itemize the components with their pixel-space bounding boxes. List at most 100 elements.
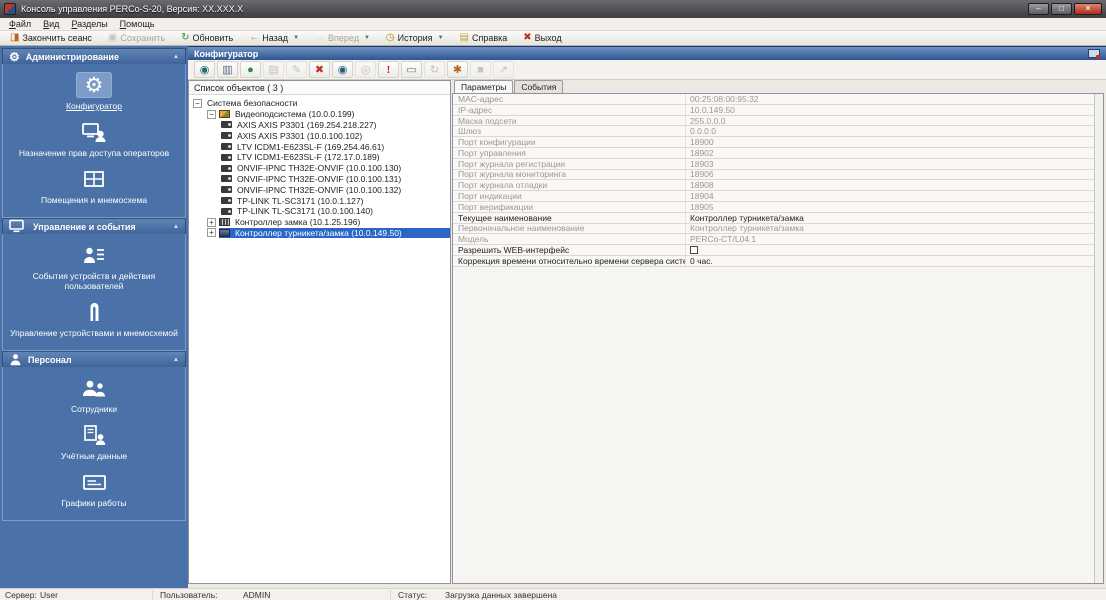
collapse-expander-icon[interactable]: − xyxy=(193,98,202,108)
navigation-sidebar: ⚙ Администрирование ▲ ⚙ Конфигуратор Назначен… xyxy=(0,46,188,588)
panel-display-button[interactable]: ▭ xyxy=(401,61,422,78)
panel-tools-button[interactable]: ✱ xyxy=(447,61,468,78)
menu-item-file[interactable]: Файл xyxy=(3,19,37,29)
param-label: Шлюз xyxy=(453,126,686,137)
panel-transfer-config-button[interactable]: ◉ xyxy=(194,61,215,78)
status-user-label: Пользователь: xyxy=(160,590,218,600)
section-body-administration: ⚙ Конфигуратор Назначение прав доступа опе… xyxy=(2,64,186,218)
tree-item-label: ONVIF-IPNC TH32E-ONVIF (10.0.100.130) xyxy=(237,163,402,174)
back-icon: ← xyxy=(249,32,260,43)
param-value[interactable]: Контроллер турникета/замка xyxy=(686,213,1103,223)
tree-row[interactable]: TP-LINK TL-SC3171 (10.0.1.127) xyxy=(189,195,450,206)
collapse-chevron-icon[interactable]: ▲ xyxy=(173,54,179,60)
panel-alert-button[interactable]: ! xyxy=(378,61,399,78)
sidebar-item-device-events[interactable]: События устройств и действия пользовател… xyxy=(5,242,183,291)
sidebar-item-rooms-mnemoscheme[interactable]: Помещения и мнемосхема xyxy=(5,166,183,205)
tree-item-label: TP-LINK TL-SC3171 (10.0.1.127) xyxy=(237,195,364,206)
collapse-chevron-icon[interactable]: ▲ xyxy=(173,357,179,363)
sidebar-item-credentials[interactable]: Учётные данные xyxy=(5,422,183,461)
panel-monitor-icon[interactable] xyxy=(1088,49,1100,59)
section-header-personnel[interactable]: Персонал ▲ xyxy=(2,351,186,367)
alert-icon: ! xyxy=(386,63,391,76)
tree-row[interactable]: LTV ICDM1-E623SL-F (169.254.46.61) xyxy=(189,141,450,152)
param-value: 18900 xyxy=(690,137,714,148)
exit-button[interactable]: ✖ Выход xyxy=(515,31,569,46)
web-interface-checkbox[interactable] xyxy=(690,246,698,255)
param-row: Порт верификации 18905 xyxy=(453,201,1103,213)
panel-device-card-button[interactable]: ▥ xyxy=(217,61,238,78)
panel-network-search-button[interactable]: ● xyxy=(240,61,261,78)
sidebar-item-operator-rights[interactable]: Назначение прав доступа операторов xyxy=(5,119,183,158)
tree-row[interactable]: + Контроллер замка (10.1.25.196) xyxy=(189,217,450,228)
transfer-config-icon: ◉ xyxy=(199,64,210,76)
section-header-management-events[interactable]: Управление и события ▲ xyxy=(2,218,186,234)
tree-row[interactable]: + Контроллер турникета/замка (10.0.149.50… xyxy=(189,227,450,239)
minimize-button[interactable]: – xyxy=(1028,3,1049,15)
section-header-administration[interactable]: ⚙ Администрирование ▲ xyxy=(2,48,186,64)
main-toolbar: ◨ Закончить сеанс ▣ Сохранить ↻ Обновить ← Наза… xyxy=(0,31,1106,46)
tree-row[interactable]: AXIS AXIS P3301 (169.254.218.227) xyxy=(189,120,450,131)
param-value[interactable]: 0 час. xyxy=(686,256,1103,266)
camera-icon xyxy=(221,164,232,172)
tree-item-label: ONVIF-IPNC TH32E-ONVIF (10.0.100.131) xyxy=(237,173,402,184)
section-title: Управление и события xyxy=(33,221,136,232)
tree-row-content: ONVIF-IPNC TH32E-ONVIF (10.0.100.130) xyxy=(221,163,450,174)
tab-strip: Параметры События xyxy=(452,80,1104,93)
tree-row[interactable]: ONVIF-IPNC TH32E-ONVIF (10.0.100.132) xyxy=(189,184,450,195)
sidebar-item-work-schedules[interactable]: Графики работы xyxy=(5,469,183,508)
param-value: 18906 xyxy=(690,169,714,180)
param-row: Первоначальное наименование Контроллер ту… xyxy=(453,223,1103,235)
status-state-value: Загрузка данных завершена xyxy=(445,590,557,600)
vertical-scrollbar[interactable] xyxy=(1094,94,1103,583)
tab-parameters[interactable]: Параметры xyxy=(454,80,514,93)
help-label: Справка xyxy=(471,33,508,43)
panel-search-button[interactable]: ◉ xyxy=(332,61,353,78)
refresh-label: Обновить xyxy=(192,33,234,43)
close-button[interactable]: ✕ xyxy=(1074,3,1102,15)
tree-row[interactable]: ONVIF-IPNC TH32E-ONVIF (10.0.100.131) xyxy=(189,174,450,185)
tree-row[interactable]: LTV ICDM1-E623SL-F (172.17.0.189) xyxy=(189,152,450,163)
sidebar-item-employees[interactable]: Сотрудники xyxy=(5,375,183,414)
collapse-expander-icon[interactable]: − xyxy=(207,109,216,119)
tree-row[interactable]: AXIS AXIS P3301 (10.0.100.102) xyxy=(189,130,450,141)
sidebar-item-device-management[interactable]: Управление устройствами и мнемосхемой xyxy=(5,299,183,338)
param-label: Порт верификации xyxy=(453,201,686,212)
sidebar-item-label: Назначение прав доступа операторов xyxy=(18,148,170,158)
menu-item-view[interactable]: Вид xyxy=(37,19,65,29)
delete-icon: ✖ xyxy=(314,64,325,76)
sidebar-item-configurator[interactable]: ⚙ Конфигуратор xyxy=(5,72,183,111)
exit-icon: ✖ xyxy=(523,32,532,43)
help-button[interactable]: ▤ Справка xyxy=(452,31,516,46)
tree-row[interactable]: TP-LINK TL-SC3171 (10.0.100.140) xyxy=(189,206,450,217)
tab-events[interactable]: События xyxy=(514,80,564,93)
param-row: MAC-адрес 00:25:08:00:95:32 xyxy=(453,93,1103,105)
tree-row[interactable]: − Видеоподсистема (10.0.0.199) xyxy=(189,109,450,120)
panel-delete-button[interactable]: ✖ xyxy=(309,61,330,78)
tree-row[interactable]: ONVIF-IPNC TH32E-ONVIF (10.0.100.130) xyxy=(189,163,450,174)
network-icon: ● xyxy=(247,63,254,76)
configurator-gear-icon: ⚙ xyxy=(76,72,112,98)
tree-item-label: LTV ICDM1-E623SL-F (172.17.0.189) xyxy=(237,152,380,163)
maximize-button[interactable]: □ xyxy=(1051,3,1072,15)
history-button[interactable]: ◷ История ▼ xyxy=(378,31,452,46)
expand-expander-icon[interactable]: + xyxy=(207,217,216,227)
forward-label: Вперед xyxy=(328,33,359,43)
refresh-button[interactable]: ↻ Обновить xyxy=(173,31,241,46)
param-value[interactable] xyxy=(686,246,1103,255)
tree-row[interactable]: − Система безопасности xyxy=(189,98,450,109)
menu-item-sections[interactable]: Разделы xyxy=(65,19,113,29)
end-session-button[interactable]: ◨ Закончить сеанс xyxy=(2,31,100,46)
display-icon: ▭ xyxy=(406,64,417,76)
section-title: Персонал xyxy=(28,354,72,365)
back-button[interactable]: ← Назад ▼ xyxy=(241,31,307,46)
param-label: Коррекция времени относительно времени с… xyxy=(453,255,686,266)
expand-expander-icon[interactable]: + xyxy=(207,228,216,238)
menu-item-help[interactable]: Помощь xyxy=(114,19,161,29)
collapse-chevron-icon[interactable]: ▲ xyxy=(173,224,179,230)
param-label: Маска подсети xyxy=(453,115,686,126)
edit-icon: ✎ xyxy=(291,64,302,76)
param-value: 18903 xyxy=(690,158,714,169)
param-label: Порт индикации xyxy=(453,191,686,202)
tree-item-label: LTV ICDM1-E623SL-F (169.254.46.61) xyxy=(237,141,385,152)
video-subsystem-icon xyxy=(219,110,230,119)
